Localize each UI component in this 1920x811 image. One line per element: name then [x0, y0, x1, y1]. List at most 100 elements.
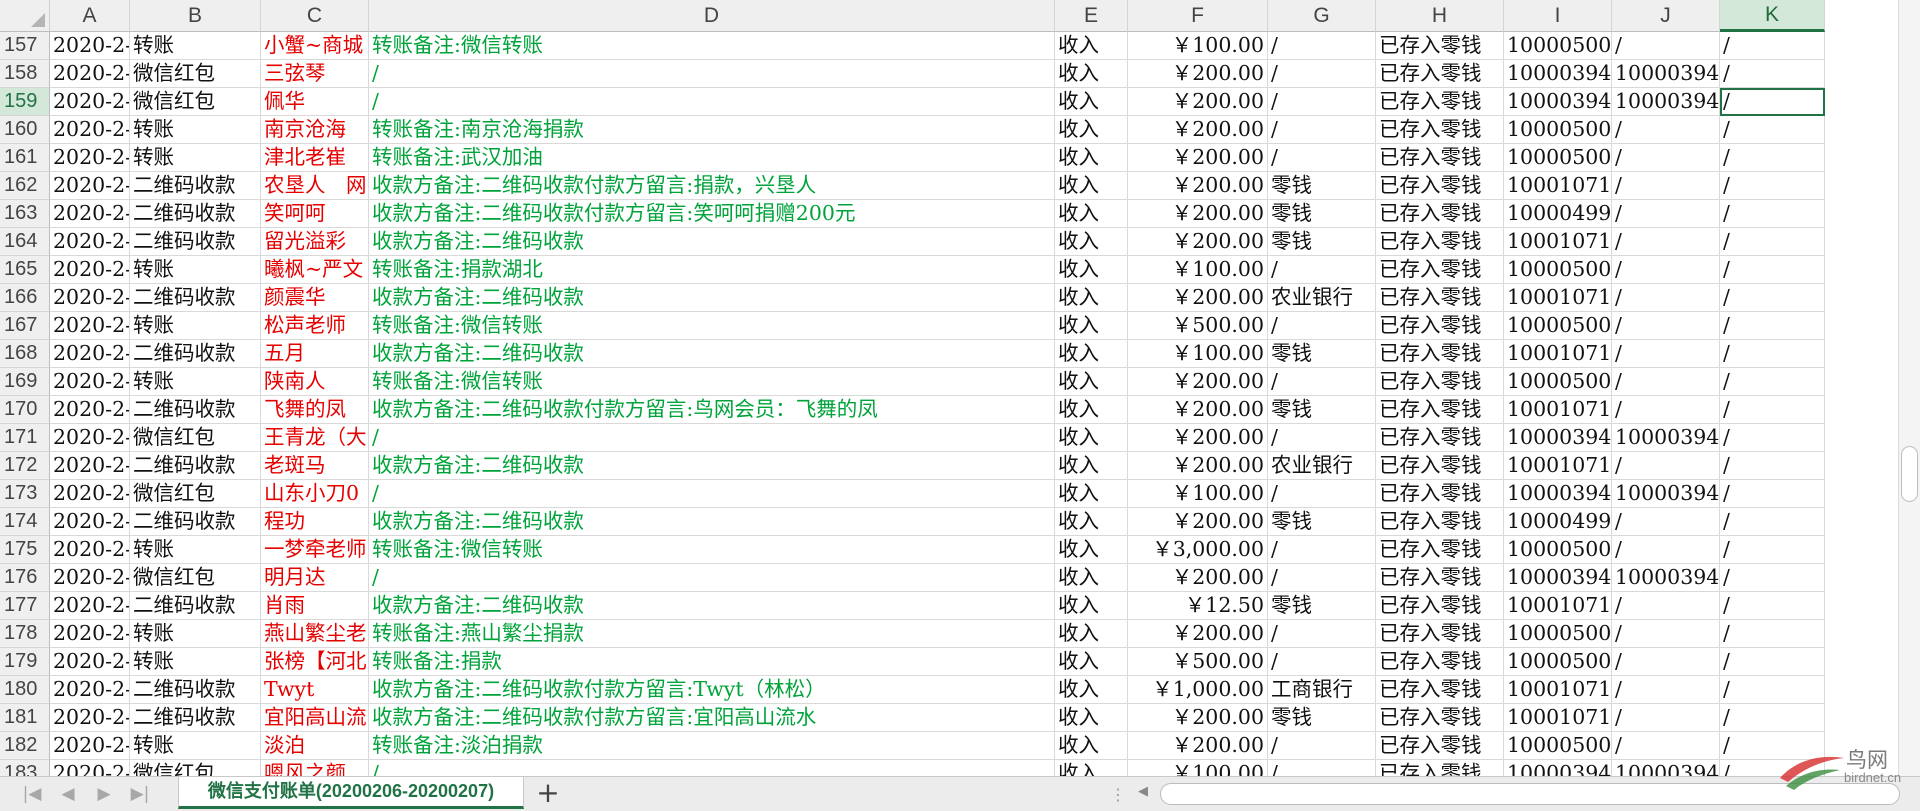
- cell-j[interactable]: /: [1612, 704, 1720, 732]
- cell-b[interactable]: 二维码收款: [130, 396, 261, 424]
- cell-c[interactable]: 五月: [261, 340, 369, 368]
- cell-c[interactable]: 王青龙（大: [261, 424, 369, 452]
- cell-h[interactable]: 已存入零钱: [1376, 340, 1504, 368]
- cell-a[interactable]: 2020-2-6 13:43: [50, 424, 130, 452]
- column-header-h[interactable]: H: [1376, 0, 1504, 32]
- cell-d[interactable]: 转账备注:微信转账: [369, 32, 1055, 60]
- cell-k[interactable]: /: [1720, 480, 1825, 508]
- cell-g[interactable]: /: [1268, 732, 1376, 760]
- cell-k[interactable]: /: [1720, 172, 1825, 200]
- cell-f[interactable]: ￥200.00: [1128, 620, 1268, 648]
- row-header[interactable]: 170: [0, 396, 50, 424]
- cell-h[interactable]: 已存入零钱: [1376, 648, 1504, 676]
- cell-d[interactable]: 转账备注:微信转账: [369, 368, 1055, 396]
- cell-d[interactable]: 转账备注:淡泊捐款: [369, 732, 1055, 760]
- cell-h[interactable]: 已存入零钱: [1376, 732, 1504, 760]
- cell-h[interactable]: 已存入零钱: [1376, 508, 1504, 536]
- cell-g[interactable]: /: [1268, 60, 1376, 88]
- cell-j[interactable]: /: [1612, 368, 1720, 396]
- cell-f[interactable]: ￥12.50: [1128, 592, 1268, 620]
- cell-b[interactable]: 转账: [130, 32, 261, 60]
- cell-h[interactable]: 已存入零钱: [1376, 60, 1504, 88]
- cell-i[interactable]: 100010710: [1504, 676, 1612, 704]
- cell-h[interactable]: 已存入零钱: [1376, 480, 1504, 508]
- cell-a[interactable]: 2020-2-6 13:27: [50, 620, 130, 648]
- row-header[interactable]: 177: [0, 592, 50, 620]
- select-all-corner[interactable]: [0, 0, 50, 32]
- cell-g[interactable]: 零钱: [1268, 508, 1376, 536]
- cell-i[interactable]: 100005000: [1504, 312, 1612, 340]
- cell-d[interactable]: 收款方备注:二维码收款付款方留言:鸟网会员：飞舞的凤: [369, 396, 1055, 424]
- cell-c[interactable]: 肖雨: [261, 592, 369, 620]
- cell-c[interactable]: 曦枫~严文: [261, 256, 369, 284]
- column-header-f[interactable]: F: [1128, 0, 1268, 32]
- cell-h[interactable]: 已存入零钱: [1376, 760, 1504, 776]
- cell-d[interactable]: 收款方备注:二维码收款: [369, 508, 1055, 536]
- cell-d[interactable]: 收款方备注:二维码收款付款方留言:捐款，兴垦人: [369, 172, 1055, 200]
- cell-j[interactable]: /: [1612, 732, 1720, 760]
- cell-b[interactable]: 转账: [130, 144, 261, 172]
- cell-k[interactable]: /: [1720, 648, 1825, 676]
- cell-f[interactable]: ￥200.00: [1128, 396, 1268, 424]
- cell-f[interactable]: ￥200.00: [1128, 732, 1268, 760]
- cell-c[interactable]: 松声老师: [261, 312, 369, 340]
- cell-g[interactable]: /: [1268, 116, 1376, 144]
- cell-a[interactable]: 2020-2-6 14:31: [50, 32, 130, 60]
- cell-j[interactable]: 100003940: [1612, 424, 1720, 452]
- cell-j[interactable]: /: [1612, 536, 1720, 564]
- cell-h[interactable]: 已存入零钱: [1376, 32, 1504, 60]
- row-header[interactable]: 180: [0, 676, 50, 704]
- cell-b[interactable]: 二维码收款: [130, 228, 261, 256]
- cell-i[interactable]: 100003940: [1504, 480, 1612, 508]
- cell-k[interactable]: /: [1720, 32, 1825, 60]
- cell-i[interactable]: 100010710: [1504, 228, 1612, 256]
- cell-c[interactable]: 张榜【河北: [261, 648, 369, 676]
- cell-f[interactable]: ￥3,000.00: [1128, 536, 1268, 564]
- cell-b[interactable]: 二维码收款: [130, 452, 261, 480]
- cell-a[interactable]: 2020-2-6 14:15: [50, 172, 130, 200]
- cell-i[interactable]: 100005000: [1504, 620, 1612, 648]
- cell-j[interactable]: /: [1612, 396, 1720, 424]
- cell-j[interactable]: /: [1612, 676, 1720, 704]
- cell-a[interactable]: 2020-2-6 13:36: [50, 536, 130, 564]
- cell-k[interactable]: /: [1720, 116, 1825, 144]
- cell-j[interactable]: /: [1612, 228, 1720, 256]
- cell-k[interactable]: /: [1720, 144, 1825, 172]
- cell-b[interactable]: 转账: [130, 536, 261, 564]
- cell-c[interactable]: 飞舞的凤: [261, 396, 369, 424]
- cell-g[interactable]: 零钱: [1268, 592, 1376, 620]
- cell-c[interactable]: 留光溢彩: [261, 228, 369, 256]
- cell-f[interactable]: ￥200.00: [1128, 368, 1268, 396]
- cell-h[interactable]: 已存入零钱: [1376, 676, 1504, 704]
- cell-a[interactable]: 2020-2-6 13:26: [50, 676, 130, 704]
- cell-f[interactable]: ￥200.00: [1128, 452, 1268, 480]
- cell-e[interactable]: 收入: [1055, 452, 1128, 480]
- cell-d[interactable]: 转账备注:微信转账: [369, 536, 1055, 564]
- cell-b[interactable]: 二维码收款: [130, 508, 261, 536]
- cell-f[interactable]: ￥200.00: [1128, 704, 1268, 732]
- row-header[interactable]: 178: [0, 620, 50, 648]
- cell-f[interactable]: ￥200.00: [1128, 200, 1268, 228]
- cell-c[interactable]: 明月达: [261, 564, 369, 592]
- cell-c[interactable]: 颜震华: [261, 284, 369, 312]
- cell-i[interactable]: 100003940: [1504, 564, 1612, 592]
- cell-h[interactable]: 已存入零钱: [1376, 312, 1504, 340]
- cell-h[interactable]: 已存入零钱: [1376, 704, 1504, 732]
- sheet-tab-active[interactable]: 微信支付账单(20200206-20200207): [178, 777, 524, 809]
- cell-a[interactable]: 2020-2-6 13:24: [50, 760, 130, 776]
- cell-c[interactable]: 笑呵呵: [261, 200, 369, 228]
- cell-a[interactable]: 2020-2-6 13:26: [50, 704, 130, 732]
- cell-f[interactable]: ￥100.00: [1128, 480, 1268, 508]
- cell-f[interactable]: ￥200.00: [1128, 564, 1268, 592]
- cell-i[interactable]: 100005000: [1504, 732, 1612, 760]
- cell-g[interactable]: 工商银行: [1268, 676, 1376, 704]
- cell-d[interactable]: /: [369, 60, 1055, 88]
- cell-f[interactable]: ￥200.00: [1128, 508, 1268, 536]
- cell-d[interactable]: /: [369, 760, 1055, 776]
- vertical-scrollbar[interactable]: [1898, 0, 1920, 776]
- cell-c[interactable]: 陕南人: [261, 368, 369, 396]
- cell-e[interactable]: 收入: [1055, 536, 1128, 564]
- cell-e[interactable]: 收入: [1055, 368, 1128, 396]
- cell-d[interactable]: /: [369, 564, 1055, 592]
- cell-g[interactable]: 农业银行: [1268, 284, 1376, 312]
